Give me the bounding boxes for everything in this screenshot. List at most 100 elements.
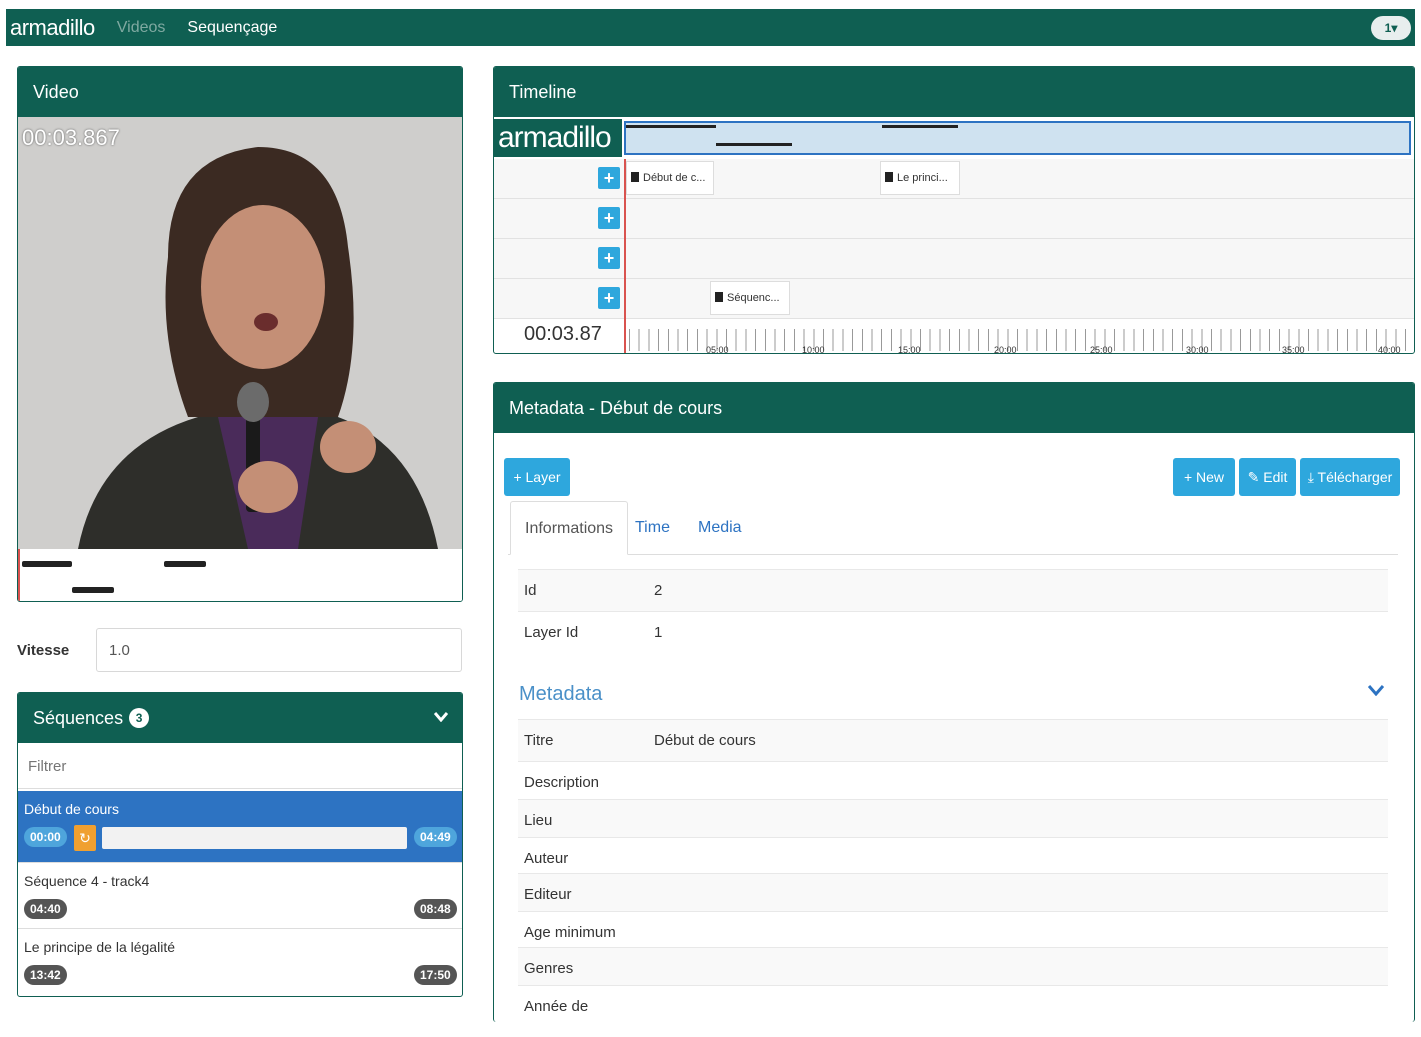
file-icon: [631, 172, 639, 182]
video-mini-timeline[interactable]: [18, 549, 462, 601]
metadata-row-editeur: Editeur: [518, 873, 1388, 911]
mini-segment[interactable]: [22, 561, 72, 567]
add-segment-button[interactable]: +: [598, 167, 620, 189]
sequence-item[interactable]: Le principe de la légalité 13:42 17:50: [18, 929, 462, 996]
timeline-track-4: + Séquenc...: [494, 279, 1414, 319]
video-timecode: 00:03.867: [22, 125, 120, 150]
metadata-row-auteur: Auteur: [518, 837, 1388, 873]
field-key: Description: [524, 774, 600, 791]
timeline-segment[interactable]: Début de c...: [626, 161, 714, 195]
sequence-title: Séquence 4 - track4: [24, 873, 150, 889]
vitesse-label: Vitesse: [17, 642, 70, 659]
add-layer-button[interactable]: + Layer: [504, 458, 570, 496]
timeline-title: Timeline: [494, 67, 1414, 117]
metadata-title: Metadata - Début de cours: [494, 383, 1414, 433]
tick-label: 10:00: [802, 345, 825, 354]
timeline-playhead[interactable]: [624, 159, 626, 353]
field-key: Année de: [524, 998, 589, 1015]
metadata-panel: Metadata - Début de cours + Layer + New …: [493, 382, 1415, 1022]
add-segment-button[interactable]: +: [598, 247, 620, 269]
metadata-row-genres: Genres: [518, 947, 1388, 985]
field-value: Début de cours: [654, 732, 756, 749]
tick-label: 15:00: [898, 345, 921, 354]
metadata-section-title[interactable]: Metadata: [519, 683, 602, 706]
tab-media[interactable]: Media: [698, 501, 742, 555]
nav-sequencage[interactable]: Sequençage: [187, 19, 277, 37]
sequence-progress[interactable]: [102, 827, 407, 849]
tick-label: 25:00: [1090, 345, 1113, 354]
timeline-track-1: + Début de c... Le princi...: [494, 159, 1414, 199]
field-key: Titre: [524, 732, 554, 749]
sequence-start-time: 13:42: [24, 965, 67, 985]
video-panel: Video 00:03.867: [17, 66, 463, 602]
chevron-down-icon[interactable]: [433, 709, 449, 727]
tick-label: 05:00: [706, 345, 729, 354]
tick-label: 35:00: [1282, 345, 1305, 354]
segment-label: Séquenc...: [727, 292, 780, 304]
timeline-logo: armadillo: [494, 119, 622, 157]
vitesse-input[interactable]: [96, 628, 462, 672]
tick-label: 40:00: [1378, 345, 1401, 354]
overview-segment: [716, 143, 792, 146]
video-player[interactable]: 00:03.867: [18, 117, 462, 549]
overview-segment: [882, 125, 958, 128]
timeline-track-3: +: [494, 239, 1414, 279]
file-icon: [715, 292, 723, 302]
sequence-end-time: 17:50: [414, 965, 457, 985]
chevron-down-icon[interactable]: [1367, 683, 1385, 701]
sequence-start-time: 00:00: [24, 827, 67, 847]
edit-button[interactable]: ✎ Edit: [1239, 458, 1296, 496]
mini-segment[interactable]: [72, 587, 114, 593]
tab-time[interactable]: Time: [635, 501, 670, 555]
sequence-item[interactable]: Séquence 4 - track4 04:40 08:48: [18, 863, 462, 929]
sequences-header[interactable]: Séquences 3: [18, 693, 462, 743]
info-key: Id: [524, 582, 537, 599]
sequence-end-time: 08:48: [414, 899, 457, 919]
sequences-panel: Séquences 3 Début de cours 00:00 ↻ 04:49…: [17, 692, 463, 997]
overview-segment: [626, 125, 716, 128]
add-segment-button[interactable]: +: [598, 207, 620, 229]
download-button[interactable]: ⤓ Télécharger: [1300, 458, 1400, 496]
sequence-title: Le principe de la légalité: [24, 939, 175, 955]
user-menu-button[interactable]: 1▾: [1371, 16, 1411, 40]
brand-logo[interactable]: armadillo: [10, 15, 95, 41]
timeline-overview[interactable]: [624, 121, 1411, 155]
nav-videos[interactable]: Videos: [117, 19, 166, 37]
file-icon: [885, 172, 893, 182]
speaker-image: [18, 117, 462, 549]
top-navbar: armadillo Videos Sequençage 1▾: [6, 9, 1415, 46]
field-key: Editeur: [524, 886, 572, 903]
timeline-current-time: 00:03.87: [524, 323, 602, 345]
tick-label: 30:00: [1186, 345, 1209, 354]
metadata-row-age: Age minimum: [518, 911, 1388, 947]
refresh-icon[interactable]: ↻: [74, 825, 96, 851]
timeline-segment[interactable]: Le princi...: [880, 161, 960, 195]
sequences-count-badge: 3: [129, 708, 150, 728]
tick-label: 20:00: [994, 345, 1017, 354]
field-key: Lieu: [524, 812, 553, 829]
field-key: Age minimum: [524, 924, 616, 941]
metadata-row-annee: Année de: [518, 985, 1388, 1022]
info-value: 2: [654, 582, 663, 599]
metadata-row-lieu: Lieu: [518, 799, 1388, 837]
add-segment-button[interactable]: +: [598, 287, 620, 309]
segment-label: Début de c...: [643, 172, 706, 184]
mini-segment[interactable]: [164, 561, 206, 567]
timeline-panel: Timeline armadillo + Début de c... Le pr…: [493, 66, 1415, 354]
sequences-title: Séquences: [33, 707, 124, 728]
video-panel-title: Video: [18, 67, 462, 117]
info-key: Layer Id: [524, 624, 579, 641]
sequence-end-time: 04:49: [414, 827, 457, 847]
timeline-track-2: +: [494, 199, 1414, 239]
sequence-filter-input[interactable]: [18, 745, 462, 789]
tab-informations[interactable]: Informations: [510, 501, 629, 555]
info-value: 1: [654, 624, 663, 641]
segment-label: Le princi...: [897, 172, 948, 184]
sequence-item-active[interactable]: Début de cours 00:00 ↻ 04:49: [18, 791, 462, 863]
sequence-title: Début de cours: [24, 801, 119, 817]
new-button[interactable]: + New: [1173, 458, 1235, 496]
metadata-row-description: Description: [518, 761, 1388, 799]
sequence-start-time: 04:40: [24, 899, 67, 919]
timeline-segment[interactable]: Séquenc...: [710, 281, 790, 315]
field-key: Genres: [524, 960, 574, 977]
